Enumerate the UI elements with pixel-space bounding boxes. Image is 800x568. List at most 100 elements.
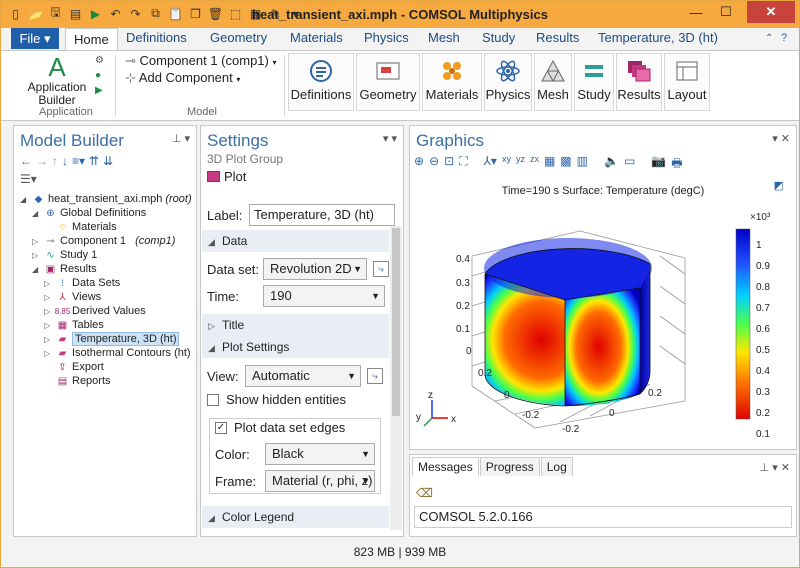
collapse-arrow-icon[interactable]: ◢ — [32, 209, 41, 218]
maximize-button[interactable]: ☐ — [711, 1, 741, 23]
tab-log[interactable]: Log — [540, 457, 573, 476]
dataset-select[interactable]: Revolution 2D ▼ — [263, 258, 367, 280]
expand-arrow-icon[interactable]: ▷ — [32, 237, 41, 246]
settings-scrollbar[interactable] — [390, 226, 402, 530]
layout-button[interactable]: Layout — [664, 53, 710, 111]
print-icon[interactable]: 🖶 — [671, 154, 682, 175]
list-view-icon[interactable]: ☰▾ — [20, 172, 37, 186]
zoom-out-icon[interactable]: ⊖ — [429, 154, 439, 175]
go-to-source-icon[interactable]: ⤷ — [373, 261, 389, 277]
move-up-icon[interactable]: ↑ — [52, 154, 58, 168]
scene-light-icon[interactable]: ▦ — [544, 154, 555, 175]
plot-canvas[interactable]: 0.4 0.3 0.2 0.1 0 0.2 0 -0.2 0.2 0 -0.2 … — [410, 196, 796, 448]
expand-all-icon[interactable]: ⇈ — [89, 154, 99, 168]
collapse-arrow-icon[interactable]: ◢ — [20, 195, 29, 204]
data-section-header[interactable]: ◢ Data — [202, 230, 389, 252]
expand-arrow-icon[interactable]: ▷ — [44, 349, 53, 358]
go-to-view-icon[interactable]: ⅄▾ — [484, 154, 497, 175]
view-select[interactable]: Automatic ▼ — [245, 365, 361, 387]
expand-arrow-icon[interactable]: ▷ — [44, 307, 53, 316]
materials-button[interactable]: Materials — [422, 53, 482, 111]
add-component-button[interactable]: ⊹ Add Component ▾ — [125, 70, 240, 86]
show-hidden-row[interactable]: Show hidden entities — [207, 392, 346, 407]
tree-node-results[interactable]: ◢ ▣ Results — [32, 262, 97, 276]
frame-select[interactable]: Material (r, phi, z) ▼ — [265, 470, 375, 492]
zoom-in-icon[interactable]: ⊕ — [414, 154, 424, 175]
collapse-ribbon-icon[interactable]: ⌃ — [765, 33, 773, 44]
tree-node-data-sets[interactable]: ▷ ⁝ Data Sets — [44, 276, 120, 290]
transparency-icon[interactable]: ▩ — [560, 154, 571, 175]
tab-results[interactable]: Results — [536, 30, 579, 45]
show-icon[interactable]: ≡▾ — [72, 154, 85, 168]
view-yz-icon[interactable]: yz — [516, 154, 525, 175]
sound-icon[interactable]: 🔈 — [604, 154, 619, 175]
tab-study[interactable]: Study — [482, 30, 515, 45]
color-legend-section-header[interactable]: ◢ Color Legend — [202, 506, 389, 528]
tree-node-export[interactable]: ⇪ Export — [56, 360, 104, 374]
green-play-icon[interactable]: ▶ — [95, 85, 104, 96]
tree-node-tables[interactable]: ▷ ▦ Tables — [44, 318, 104, 332]
green-dot-icon[interactable]: ● — [95, 70, 104, 81]
plot-edges-row[interactable]: ✓ Plot data set edges — [215, 420, 349, 435]
render-icon[interactable]: ▭ — [624, 154, 635, 175]
collapse-all-icon[interactable]: ⇊ — [103, 154, 113, 168]
tree-node-materials[interactable]: ⁘ Materials — [56, 220, 116, 234]
color-select[interactable]: Black ▼ — [265, 443, 375, 465]
zoom-extents-icon[interactable]: ⛶ — [459, 154, 467, 175]
tree-node-temperature-3d[interactable]: ▷ ▰ Temperature, 3D (ht) — [44, 332, 180, 346]
expand-arrow-icon[interactable]: ▷ — [44, 279, 53, 288]
wireframe-icon[interactable]: ▥ — [577, 154, 588, 175]
tree-node-root[interactable]: ◢ ◆ heat_transient_axi.mph (root) — [20, 192, 192, 206]
tab-geometry[interactable]: Geometry — [210, 30, 267, 45]
reset-view-icon[interactable]: ◩ — [774, 179, 784, 192]
tree-node-isothermal-contours[interactable]: ▷ ▰ Isothermal Contours (ht) — [44, 346, 191, 360]
tab-home[interactable]: Home — [65, 28, 118, 51]
zoom-box-icon[interactable]: ⊡ — [444, 154, 454, 175]
tree-node-derived-values[interactable]: ▷ 8.85 Derived Values — [44, 304, 146, 318]
tab-temperature-3d[interactable]: Temperature, 3D (ht) — [598, 30, 718, 45]
go-to-source-icon[interactable]: ⤷ — [367, 368, 383, 384]
back-arrow-icon[interactable]: ← — [20, 154, 32, 168]
expand-arrow-icon[interactable]: ▷ — [44, 335, 53, 344]
application-settings-icon[interactable]: ⚙ — [95, 55, 104, 66]
title-section-header[interactable]: ▷ Title — [202, 314, 389, 336]
scrollbar-thumb[interactable] — [392, 228, 400, 417]
tab-progress[interactable]: Progress — [479, 457, 540, 476]
close-button[interactable]: ✕ — [747, 1, 795, 23]
tree-node-reports[interactable]: ▤ Reports — [56, 374, 111, 388]
view-zx-icon[interactable]: zx — [530, 154, 539, 175]
view-xy-icon[interactable]: xy — [502, 154, 511, 175]
panel-menu-icon[interactable]: ▾ ✕ — [772, 132, 790, 145]
plot-settings-section-header[interactable]: ◢ Plot Settings — [202, 336, 389, 358]
plot-button[interactable]: Plot — [201, 169, 403, 184]
camera-icon[interactable]: 📷 — [651, 154, 666, 175]
time-select[interactable]: 190 ▼ — [263, 285, 385, 307]
study-button[interactable]: Study — [574, 53, 614, 111]
results-button[interactable]: Results — [616, 53, 662, 111]
tab-definitions[interactable]: Definitions — [126, 30, 187, 45]
tree-node-global-definitions[interactable]: ◢ ⊕ Global Definitions — [32, 206, 146, 220]
panel-menu-icon[interactable]: ▾ ▾ — [383, 132, 397, 145]
tab-messages[interactable]: Messages — [412, 457, 479, 476]
forward-arrow-icon[interactable]: → — [36, 154, 48, 168]
mesh-button[interactable]: Mesh — [534, 53, 572, 111]
pin-icon[interactable]: ⊥ ▾ — [172, 132, 190, 145]
show-hidden-checkbox[interactable] — [207, 393, 219, 406]
minimize-button[interactable]: — — [681, 1, 711, 23]
expand-arrow-icon[interactable]: ▷ — [32, 251, 41, 260]
plot-edges-checkbox[interactable]: ✓ — [215, 421, 227, 434]
help-icon[interactable]: ? — [781, 32, 787, 44]
tree-node-views[interactable]: ▷ ⅄ Views — [44, 290, 101, 304]
tab-mesh[interactable]: Mesh — [428, 30, 460, 45]
label-input[interactable]: Temperature, 3D (ht) — [249, 204, 395, 226]
collapse-arrow-icon[interactable]: ◢ — [32, 265, 41, 274]
tree-node-component[interactable]: ▷ ⊸ Component 1 (comp1) — [32, 234, 175, 248]
tab-materials[interactable]: Materials — [290, 30, 343, 45]
panel-menu-icon[interactable]: ⊥ ▾ ✕ — [760, 461, 790, 474]
expand-arrow-icon[interactable]: ▷ — [44, 293, 53, 302]
file-menu-button[interactable]: File ▾ — [11, 28, 59, 49]
tab-physics[interactable]: Physics — [364, 30, 409, 45]
expand-arrow-icon[interactable]: ▷ — [44, 321, 53, 330]
definitions-button[interactable]: Definitions — [288, 53, 354, 111]
geometry-button[interactable]: Geometry — [356, 53, 420, 111]
